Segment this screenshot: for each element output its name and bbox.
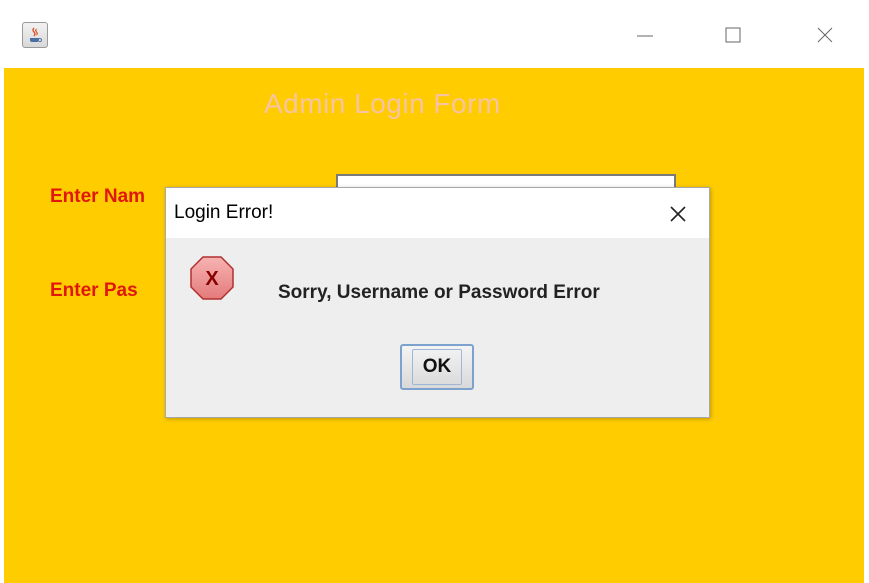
window-titlebar <box>0 0 869 68</box>
close-icon <box>817 27 833 43</box>
error-icon: X <box>188 254 236 302</box>
java-coffee-cup-icon[interactable] <box>22 22 48 48</box>
password-label: Enter Pas <box>50 280 138 301</box>
form-title: Admin Login Form <box>264 88 501 119</box>
maximize-button[interactable] <box>713 18 753 52</box>
svg-text:X: X <box>205 268 219 290</box>
name-label: Enter Nam <box>50 186 146 207</box>
minimize-icon <box>637 35 653 37</box>
close-icon <box>670 206 686 222</box>
window-close-button[interactable] <box>805 18 845 52</box>
ok-button-label: OK <box>411 349 463 385</box>
login-error-dialog: Login Error! X Sorry, Username or Passwo… <box>165 187 710 418</box>
ok-button[interactable]: OK <box>400 344 474 390</box>
dialog-title: Login Error! <box>174 202 274 223</box>
dialog-message: Sorry, Username or Password Error <box>278 282 600 303</box>
minimize-button[interactable] <box>625 18 665 52</box>
dialog-close-button[interactable] <box>662 198 692 228</box>
maximize-icon <box>725 27 741 43</box>
dialog-titlebar: Login Error! <box>166 188 709 238</box>
